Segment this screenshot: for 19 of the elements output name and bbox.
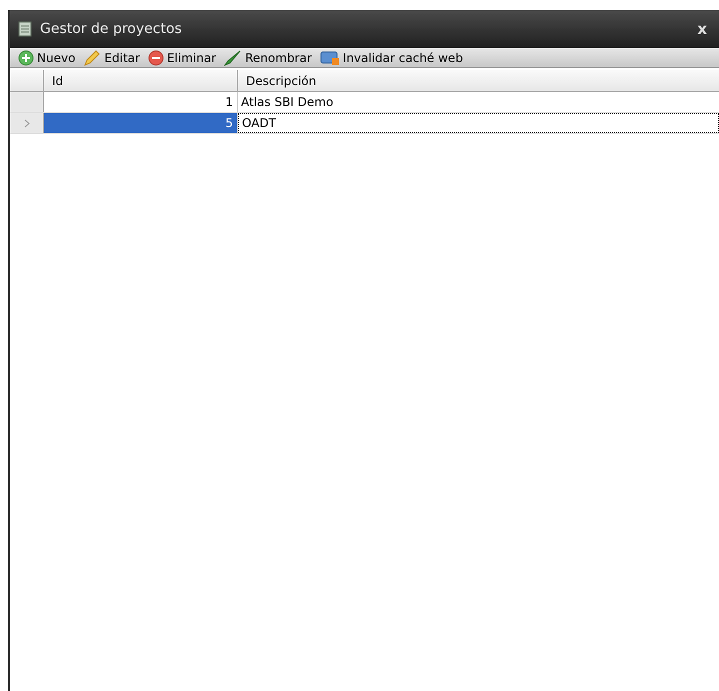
monitor-icon xyxy=(320,50,340,66)
window-title: Gestor de proyectos xyxy=(40,20,183,38)
table-cell-text: Atlas SBI Demo xyxy=(240,94,334,111)
toolbar-button[interactable]: Renombrar xyxy=(224,48,312,66)
close-button[interactable]: x xyxy=(693,18,711,40)
table-row[interactable]: 5 OADT xyxy=(10,113,719,134)
plus-icon xyxy=(18,50,34,66)
toolbar-button[interactable]: Invalidar caché web xyxy=(320,48,463,66)
toolbar-button[interactable]: Eliminar xyxy=(148,48,216,66)
table-cell: 5 xyxy=(44,113,238,133)
document-icon xyxy=(18,21,32,37)
column-header[interactable]: Id xyxy=(44,70,238,91)
chevron-icon xyxy=(24,118,30,128)
table-cell: OADT xyxy=(238,113,719,133)
minus-icon xyxy=(148,50,164,66)
toolbar-button[interactable]: Nuevo xyxy=(18,48,76,66)
toolbar-button[interactable]: Editar xyxy=(83,48,140,66)
column-header[interactable]: Descripción xyxy=(238,70,719,91)
table-cell: 1 xyxy=(44,92,238,112)
